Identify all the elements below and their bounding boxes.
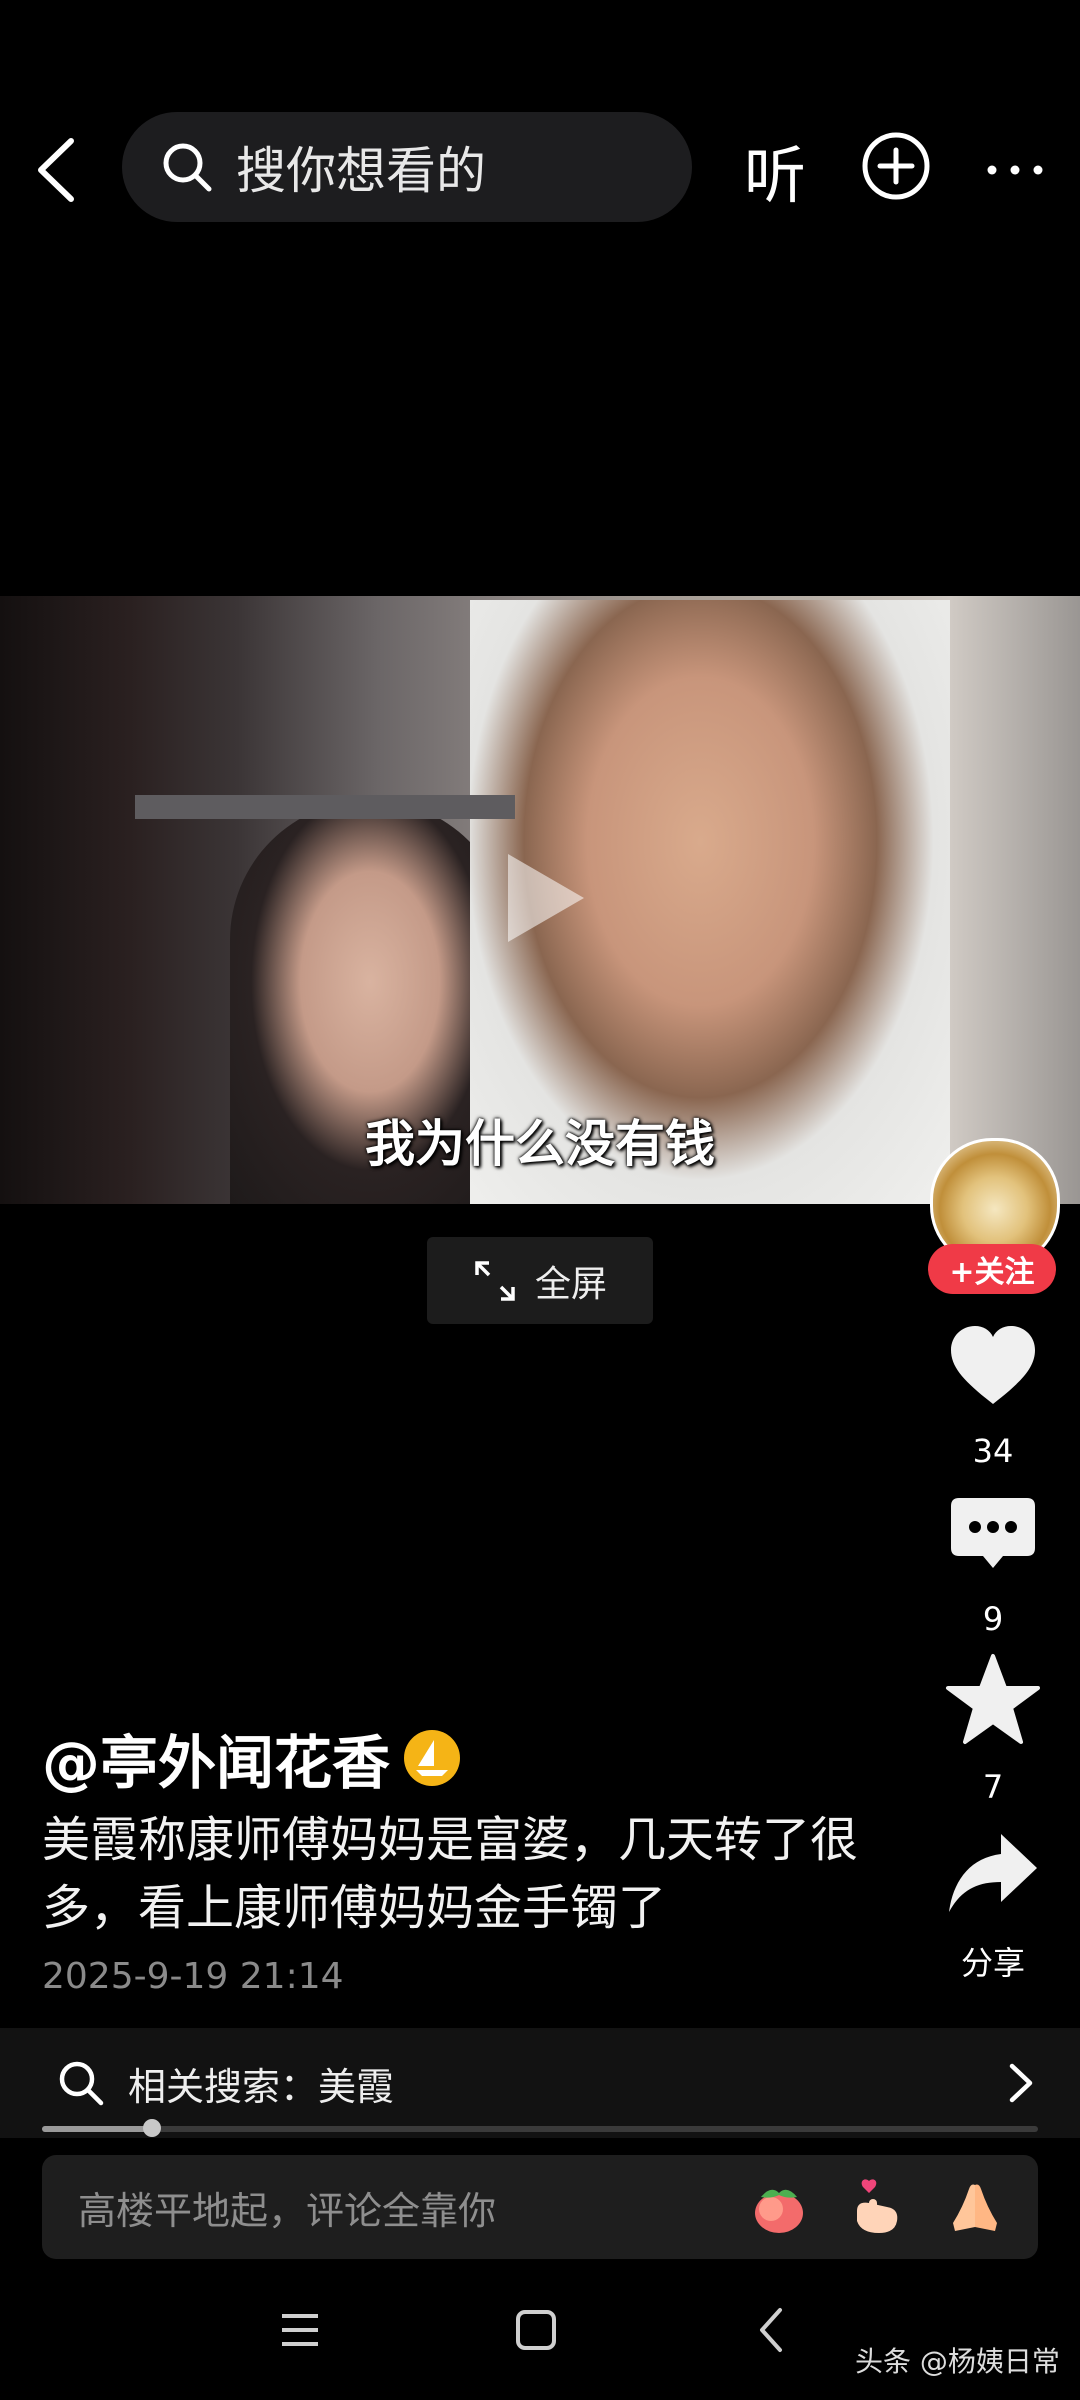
favorite-count: 7 [982, 1768, 1004, 1806]
share-label: 分享 [960, 1944, 1025, 1982]
praying-hands-icon [953, 2184, 997, 2231]
listen-button[interactable]: 听 [740, 125, 810, 215]
like-count: 34 [972, 1432, 1014, 1470]
search-bar[interactable]: 搜你想看的 [122, 112, 692, 222]
watermark: 头条 @杨姨日常 [855, 2345, 1060, 2378]
comment-bubble-icon[interactable] [945, 1488, 1041, 1584]
add-circle-icon[interactable] [860, 130, 932, 202]
chevron-right-icon[interactable] [1000, 2058, 1040, 2108]
comment-placeholder: 高楼平地起，评论全靠你 [78, 2188, 497, 2233]
search-icon [163, 143, 212, 192]
playback-progress-handle[interactable] [143, 2119, 161, 2137]
menu-lines-icon[interactable] [270, 2300, 330, 2360]
praying-hands-emoji-button[interactable] [940, 2172, 1010, 2242]
comment-input[interactable]: 高楼平地起，评论全靠你 [42, 2155, 1038, 2259]
related-search-label: 相关搜索：美霞 [128, 2064, 395, 2109]
follow-button[interactable]: +关注 [928, 1244, 1056, 1294]
related-search-bar[interactable]: 相关搜索：美霞 [0, 2028, 1080, 2138]
play-icon[interactable] [500, 848, 590, 948]
playback-progress-fill [42, 2126, 152, 2132]
finger-heart-emoji-button[interactable] [842, 2172, 912, 2242]
expand-icon [475, 1260, 515, 1301]
search-icon [59, 2061, 104, 2106]
finger-heart-icon [857, 2179, 898, 2233]
video-background-railing [135, 795, 515, 819]
playback-progress-track[interactable] [42, 2126, 1038, 2132]
back-arrow-icon [38, 138, 74, 202]
peach-icon [755, 2189, 803, 2233]
fullscreen-button[interactable]: 全屏 [427, 1237, 653, 1324]
comment-count: 9 [982, 1600, 1004, 1638]
author-name: @亭外闻花香 [42, 1729, 391, 1797]
back-button[interactable] [20, 125, 90, 215]
nav-back-icon[interactable] [742, 2300, 802, 2360]
search-placeholder: 搜你想看的 [236, 142, 486, 200]
post-description: 美霞称康师傅妈妈是富婆，几天转了很多，看上康师傅妈妈金手镯了 [42, 1812, 859, 1936]
more-options-icon[interactable] [980, 140, 1050, 200]
fullscreen-label: 全屏 [534, 1263, 607, 1305]
author-name-row[interactable]: @亭外闻花香 [42, 1716, 462, 1800]
home-square-icon[interactable] [506, 2300, 566, 2360]
sailboat-badge-icon [404, 1730, 461, 1786]
heart-icon[interactable] [945, 1318, 1041, 1414]
star-icon[interactable] [945, 1652, 1041, 1748]
video-subtitle: 我为什么没有钱 [365, 1115, 715, 1173]
share-arrow-icon[interactable] [945, 1824, 1041, 1920]
post-timestamp: 2025-9-19 21:14 [42, 1956, 344, 1997]
peach-emoji-button[interactable] [744, 2172, 814, 2242]
